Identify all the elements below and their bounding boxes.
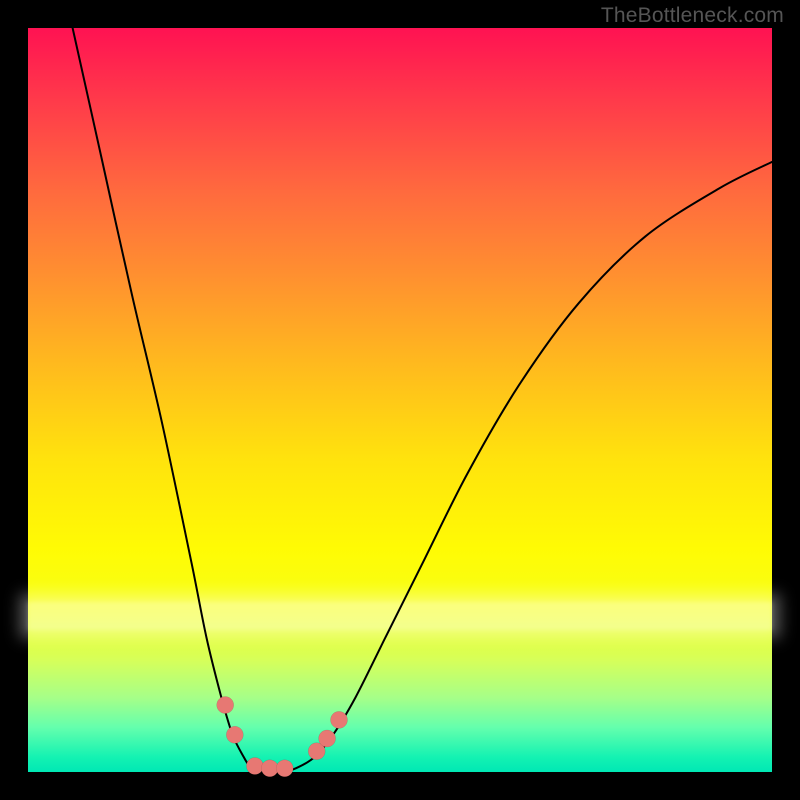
- curve-marker: [261, 760, 278, 777]
- bottleneck-curve: [73, 28, 772, 772]
- plot-area: [28, 28, 772, 772]
- curve-marker: [331, 711, 348, 728]
- curve-marker: [246, 758, 263, 775]
- chart-stage: TheBottleneck.com: [0, 0, 800, 800]
- watermark-text: TheBottleneck.com: [601, 4, 784, 28]
- curve-marker: [319, 730, 336, 747]
- curve-layer: [28, 28, 772, 772]
- curve-marker: [217, 697, 234, 714]
- curve-marker: [226, 726, 243, 743]
- curve-marker: [276, 760, 293, 777]
- curve-markers: [217, 697, 348, 777]
